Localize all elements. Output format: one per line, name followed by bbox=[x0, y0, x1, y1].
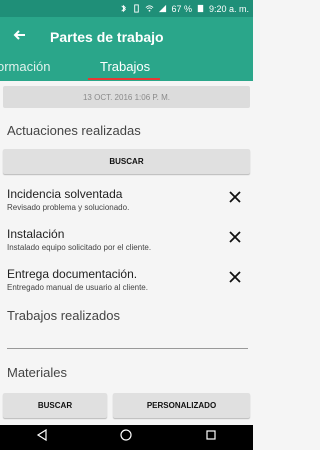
buscar-button[interactable]: BUSCAR bbox=[3, 149, 250, 174]
wifi-icon bbox=[145, 4, 154, 13]
delete-button[interactable] bbox=[228, 270, 242, 288]
list-item[interactable]: Incidencia solventada Revisado problema … bbox=[7, 187, 247, 217]
close-icon bbox=[229, 270, 241, 288]
date-field[interactable]: 13 OCT. 2016 1:06 P. M. bbox=[3, 86, 250, 108]
app-toolbar: Partes de trabajo bbox=[0, 17, 253, 57]
tab-indicator bbox=[88, 78, 160, 80]
page-title: Partes de trabajo bbox=[50, 29, 164, 45]
triangle-back-icon bbox=[35, 428, 49, 447]
trabajos-divider bbox=[7, 348, 248, 349]
system-nav-bar bbox=[0, 425, 253, 450]
arrow-left-icon bbox=[13, 28, 27, 47]
close-icon bbox=[229, 230, 241, 248]
list-item[interactable]: Instalación Instalado equipo solicitado … bbox=[7, 227, 247, 257]
nav-recent-button[interactable] bbox=[201, 428, 221, 448]
materiales-buscar-button[interactable]: BUSCAR bbox=[3, 393, 107, 418]
bluetooth-icon bbox=[119, 4, 128, 13]
circle-home-icon bbox=[119, 428, 133, 447]
delete-button[interactable] bbox=[228, 230, 242, 248]
status-bar: 67 % 9:20 a. m. bbox=[0, 0, 253, 17]
tab-informacion[interactable]: ormación bbox=[0, 59, 50, 74]
square-recent-icon bbox=[204, 428, 218, 447]
battery-percent: 67 % bbox=[171, 3, 192, 14]
signal-icon bbox=[158, 4, 167, 13]
item-subtitle: Entregado manual de usuario al cliente. bbox=[7, 283, 148, 292]
item-title: Instalación bbox=[7, 227, 65, 241]
delete-button[interactable] bbox=[228, 190, 242, 208]
item-title: Incidencia solventada bbox=[7, 187, 123, 201]
clock: 9:20 a. m. bbox=[208, 3, 249, 14]
tab-bar: ormación Trabajos bbox=[0, 57, 253, 81]
section-title-actuaciones: Actuaciones realizadas bbox=[7, 123, 141, 138]
nav-back-button[interactable] bbox=[32, 428, 52, 448]
content-area: 13 OCT. 2016 1:06 P. M. Actuaciones real… bbox=[0, 81, 253, 425]
tab-trabajos[interactable]: Trabajos bbox=[100, 59, 150, 74]
section-title-trabajos: Trabajos realizados bbox=[7, 308, 120, 323]
personalizado-button[interactable]: PERSONALIZADO bbox=[113, 393, 250, 418]
battery-icon bbox=[196, 4, 205, 13]
item-subtitle: Revisado problema y solucionado. bbox=[7, 203, 130, 212]
nav-home-button[interactable] bbox=[116, 428, 136, 448]
item-title: Entrega documentación. bbox=[7, 267, 138, 281]
vibrate-icon bbox=[132, 4, 141, 13]
item-subtitle: Instalado equipo solicitado por el clien… bbox=[7, 243, 152, 252]
list-item[interactable]: Entrega documentación. Entregado manual … bbox=[7, 267, 247, 297]
close-icon bbox=[229, 190, 241, 208]
section-title-materiales: Materiales bbox=[7, 365, 67, 380]
back-button[interactable] bbox=[5, 17, 35, 57]
